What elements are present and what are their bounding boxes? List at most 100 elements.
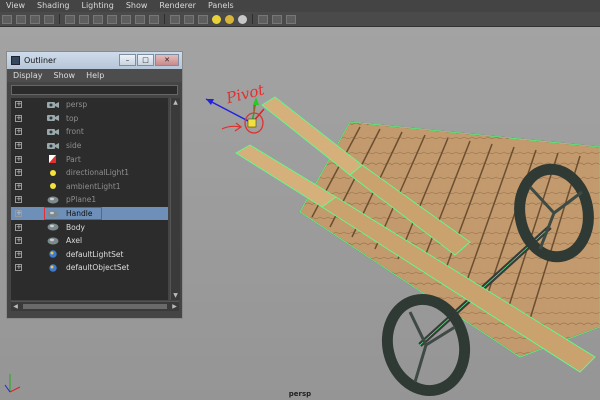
scroll-down-icon[interactable]: ▼ [172, 292, 179, 299]
maximize-button[interactable]: □ [137, 54, 154, 66]
outliner-item-label: Body [66, 222, 85, 232]
menu-renderer[interactable]: Renderer [153, 0, 202, 12]
outliner-item-persp[interactable]: + persp [11, 98, 168, 112]
light-icon [47, 182, 59, 190]
outliner-vertical-scrollbar[interactable]: ▲ ▼ [170, 98, 180, 300]
outliner-item-pplane1[interactable]: + pPlane1 [11, 193, 168, 207]
camera-icon [47, 142, 59, 150]
toolbar-separator [59, 14, 60, 24]
expand-icon[interactable]: + [15, 182, 22, 190]
menu-view[interactable]: View [0, 0, 31, 12]
set-icon [47, 250, 59, 259]
outliner-item-defaultobjectset[interactable]: + defaultObjectSet [11, 261, 168, 275]
scroll-right-icon[interactable]: ▶ [171, 303, 178, 310]
camera-icon [47, 114, 59, 122]
close-button[interactable]: ✕ [155, 54, 179, 66]
menu-display[interactable]: Display [7, 71, 48, 80]
smooth-shade-icon[interactable] [184, 14, 194, 24]
maya-app-icon [11, 56, 20, 65]
outliner-item-handle[interactable]: + Handle [11, 206, 168, 221]
outliner-item-axel[interactable]: + Axel [11, 234, 168, 248]
safe-title-icon[interactable] [149, 14, 159, 24]
outliner-menubar: Display Show Help [7, 69, 182, 82]
outliner-item-top[interactable]: + top [11, 112, 168, 126]
menu-show[interactable]: Show [120, 0, 154, 12]
wireframe-on-shaded-icon[interactable] [198, 14, 208, 24]
menu-help[interactable]: Help [80, 71, 109, 80]
expand-icon[interactable]: + [15, 155, 22, 163]
isolate-select-icon[interactable] [258, 14, 268, 24]
film-gate-icon[interactable] [79, 14, 89, 24]
toolbar-separator [252, 14, 253, 24]
shadows-icon[interactable] [225, 14, 234, 24]
mesh-icon [47, 196, 59, 204]
outliner-window[interactable]: Outliner – □ ✕ Display Show Help + persp +… [6, 51, 183, 319]
outliner-titlebar[interactable]: Outliner – □ ✕ [7, 52, 182, 69]
expand-icon[interactable]: + [15, 210, 22, 218]
outliner-item-directionallight1[interactable]: + directionalLight1 [11, 166, 168, 180]
outliner-list[interactable]: + persp + top + front + side + Part + directionalLi… [11, 98, 168, 300]
outliner-item-front[interactable]: + front [11, 125, 168, 139]
expand-icon[interactable]: + [15, 142, 22, 150]
scroll-up-icon[interactable]: ▲ [172, 99, 179, 106]
toolbar-separator [164, 14, 165, 24]
viewport-menubar: View Shading Lighting Show Renderer Panels [0, 0, 600, 12]
expand-icon[interactable]: + [15, 101, 22, 109]
wireframe-icon[interactable] [170, 14, 180, 24]
pivot-annotation-marks [221, 105, 264, 134]
safe-action-icon[interactable] [135, 14, 145, 24]
camera-icon [47, 128, 59, 136]
mesh-icon [47, 237, 59, 245]
outliner-item-label: Axel [66, 236, 83, 246]
expand-icon[interactable]: + [15, 128, 22, 136]
outliner-item-label: defaultLightSet [66, 249, 124, 259]
resolution-gate-icon[interactable] [93, 14, 103, 24]
scroll-thumb[interactable] [23, 304, 167, 309]
mesh-icon [47, 223, 59, 231]
outliner-item-side[interactable]: + side [11, 139, 168, 153]
use-default-light-icon[interactable] [212, 14, 221, 24]
expand-icon[interactable]: + [15, 114, 22, 122]
bookmark-icon[interactable] [30, 14, 40, 24]
camera-icon [47, 101, 59, 109]
outliner-item-defaultlightset[interactable]: + defaultLightSet [11, 248, 168, 262]
viewport-toolbar [0, 12, 600, 27]
expand-icon[interactable]: + [15, 264, 22, 272]
xray-icon[interactable] [272, 14, 282, 24]
outliner-horizontal-scrollbar[interactable]: ◀ ▶ [11, 301, 179, 311]
outliner-filter-input[interactable] [11, 85, 178, 95]
expand-icon[interactable]: + [15, 250, 22, 258]
minimize-button[interactable]: – [119, 54, 136, 66]
select-camera-icon[interactable] [2, 14, 12, 24]
outliner-item-label: Part [66, 154, 81, 164]
expand-icon[interactable]: + [15, 237, 22, 245]
part-icon [47, 155, 59, 164]
expand-icon[interactable]: + [15, 169, 22, 177]
outliner-item-part[interactable]: + Part [11, 152, 168, 166]
menu-shading[interactable]: Shading [31, 0, 76, 12]
grid-icon[interactable] [65, 14, 75, 24]
menu-show[interactable]: Show [48, 71, 81, 80]
xray-joints-icon[interactable] [286, 14, 296, 24]
camera-attributes-icon[interactable] [16, 14, 26, 24]
outliner-item-body[interactable]: + Body [11, 220, 168, 234]
light-icon [47, 169, 59, 177]
scroll-left-icon[interactable]: ◀ [12, 303, 19, 310]
expand-icon[interactable]: + [15, 196, 22, 204]
field-chart-icon[interactable] [121, 14, 131, 24]
outliner-item-label: ambientLight1 [66, 181, 121, 191]
expand-icon[interactable]: + [15, 223, 22, 231]
outliner-title: Outliner [24, 56, 57, 65]
selection-annotation-box [44, 206, 102, 220]
menu-panels[interactable]: Panels [202, 0, 240, 12]
outliner-item-label: side [66, 141, 82, 151]
menu-lighting[interactable]: Lighting [75, 0, 119, 12]
image-plane-icon[interactable] [44, 14, 54, 24]
camera-name-label: persp [288, 390, 312, 398]
outliner-item-ambientlight1[interactable]: + ambientLight1 [11, 180, 168, 194]
texture-icon[interactable] [238, 14, 247, 24]
outliner-item-label: front [66, 127, 84, 137]
window-buttons: – □ ✕ [118, 54, 179, 66]
outliner-item-label: top [66, 113, 79, 123]
gate-mask-icon[interactable] [107, 14, 117, 24]
